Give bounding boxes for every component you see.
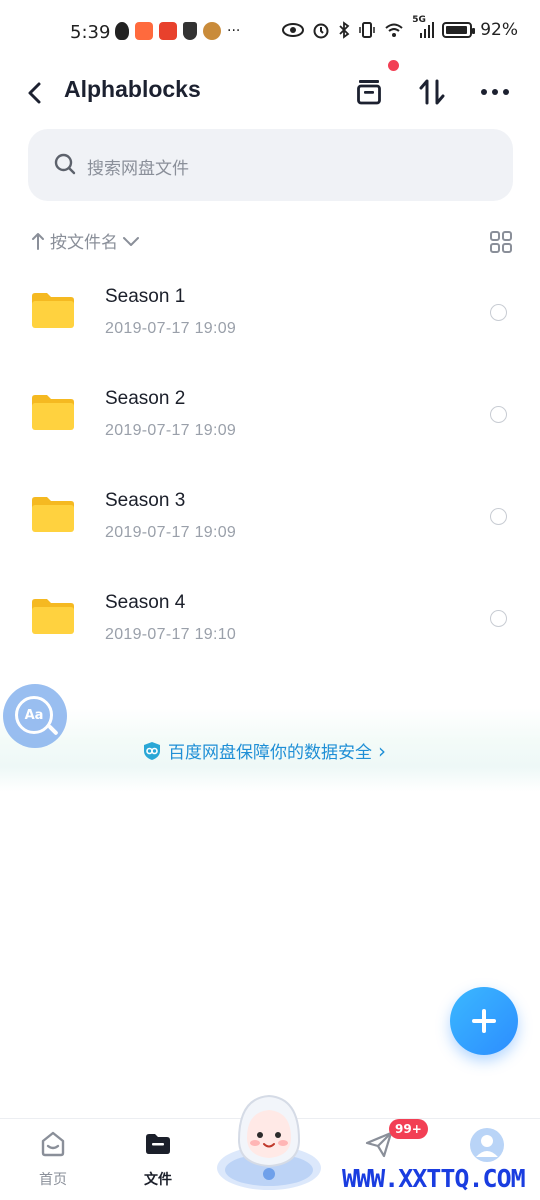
archive-box-icon (357, 80, 381, 105)
list-item[interactable]: Season 1 2019-07-17 19:09 (0, 264, 540, 366)
magnifier-handle (47, 724, 59, 736)
search-icon (54, 153, 76, 175)
chevron-down-icon (123, 236, 139, 246)
grid-view-button[interactable] (489, 230, 513, 254)
vibrate-icon (359, 22, 375, 38)
status-time: 5:39 (70, 22, 111, 43)
bluetooth-icon (339, 21, 350, 39)
monkey-app-icon (203, 22, 221, 40)
tab-home[interactable]: 首页 (8, 1119, 98, 1200)
ting-app-icon (159, 22, 177, 40)
chevron-right-icon: › (378, 738, 386, 763)
tab-home-label: 首页 (39, 1172, 67, 1188)
home-icon (41, 1131, 65, 1157)
search-input[interactable]: 搜索网盘文件 (28, 129, 513, 201)
list-item[interactable]: Season 2 2019-07-17 19:09 (0, 366, 540, 468)
file-date: 2019-07-17 19:09 (105, 320, 237, 337)
file-name: Season 3 (105, 490, 186, 511)
file-list: Season 1 2019-07-17 19:09 Season 2 2019-… (0, 264, 540, 672)
folder-icon (32, 293, 74, 328)
safety-banner[interactable]: 百度网盘保障你的数据安全 › (0, 708, 540, 792)
sort-bar: 按文件名 (28, 228, 513, 258)
shield-notify-icon (183, 22, 197, 40)
more-notifications-icon: ··· (227, 23, 241, 39)
tab-files-label: 文件 (144, 1172, 172, 1188)
sort-arrows-icon (419, 79, 445, 105)
list-item[interactable]: Season 3 2019-07-17 19:09 (0, 468, 540, 570)
alarm-icon (313, 23, 329, 39)
grid-icon (490, 231, 512, 253)
file-date: 2019-07-17 19:09 (105, 524, 237, 541)
more-dots-icon (481, 89, 509, 95)
more-button[interactable] (477, 74, 513, 110)
qq-icon (115, 22, 129, 40)
mascot-center-button[interactable] (215, 1090, 323, 1190)
notification-dot (388, 60, 399, 71)
transfer-list-button[interactable] (351, 74, 387, 110)
select-checkbox[interactable] (490, 508, 507, 525)
folder-icon (32, 395, 74, 430)
file-date: 2019-07-17 19:10 (105, 626, 237, 643)
system-icons: 5G 92% (282, 15, 518, 40)
sort-label: 按文件名 (50, 233, 118, 253)
folder-tab-icon (146, 1134, 170, 1154)
notification-badge: 99+ (389, 1119, 428, 1139)
status-bar: 5:39 ··· 5G 92% (0, 0, 540, 64)
list-item[interactable]: Season 4 2019-07-17 19:10 (0, 570, 540, 672)
file-name: Season 4 (105, 592, 186, 613)
file-date: 2019-07-17 19:09 (105, 422, 237, 439)
notification-icons: ··· (115, 22, 240, 40)
sort-by-name-button[interactable]: 按文件名 (30, 228, 140, 253)
top-app-bar: Alphablocks (0, 60, 540, 120)
eye-icon (282, 23, 305, 37)
battery-icon (442, 22, 476, 38)
file-name: Season 2 (105, 388, 186, 409)
search-placeholder: 搜索网盘文件 (87, 159, 189, 179)
battery-percent: 92% (480, 20, 518, 40)
aa-icon: Aa (15, 696, 53, 734)
select-checkbox[interactable] (490, 304, 507, 321)
text-recognition-float-button[interactable]: Aa (3, 684, 67, 748)
page-title: Alphablocks (64, 76, 201, 102)
wifi-icon (385, 23, 403, 37)
file-name: Season 1 (105, 286, 186, 307)
avatar-icon (470, 1128, 504, 1162)
folder-icon (32, 599, 74, 634)
watermark-text: WWW.XXTTQ.COM (342, 1164, 526, 1193)
safety-link[interactable]: 百度网盘保障你的数据安全 › (142, 738, 386, 763)
back-button[interactable] (20, 78, 50, 108)
app-notify-icon (135, 22, 153, 40)
select-checkbox[interactable] (490, 610, 507, 627)
select-checkbox[interactable] (490, 406, 507, 423)
signal-icon: 5G (412, 15, 435, 39)
tab-files[interactable]: 文件 (113, 1119, 203, 1200)
chevron-left-icon (28, 82, 41, 104)
add-button[interactable] (450, 987, 518, 1055)
arrow-up-icon (32, 232, 44, 250)
safety-text: 百度网盘保障你的数据安全 (168, 743, 372, 763)
folder-icon (32, 497, 74, 532)
shield-check-icon (144, 741, 160, 760)
sort-toggle-button[interactable] (414, 74, 450, 110)
